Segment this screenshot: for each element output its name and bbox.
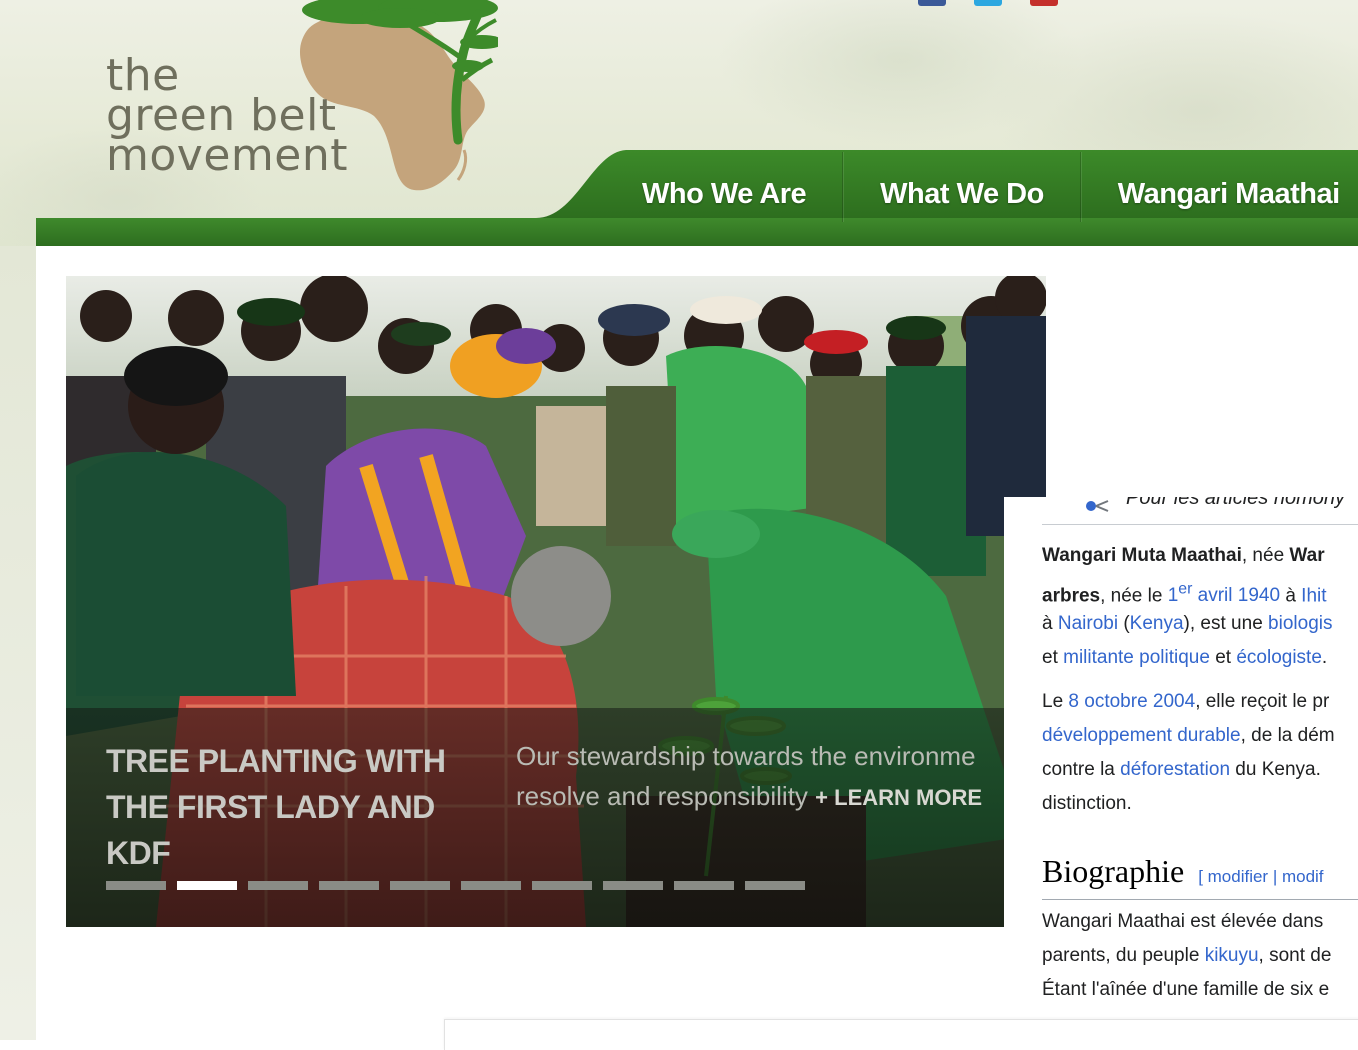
hero-slider[interactable]: TREE PLANTING WITH THE FIRST LADY AND KD… [66,276,1046,927]
wiki-text: et [1209,647,1237,668]
slider-dot[interactable] [461,881,521,890]
wiki-text: , elle reçoit le pr [1195,691,1330,712]
wiki-paragraph-line: développement durable, de la dém [1042,719,1358,753]
wiki-text: à [1042,613,1058,634]
wiki-link[interactable]: déforestation [1120,759,1230,780]
page-side-background [0,246,36,1040]
youtube-icon[interactable] [1030,0,1058,6]
site-header: the green belt movement Who We Are What … [0,0,1358,246]
wiki-text: ), est une [1183,613,1269,634]
wiki-link[interactable]: développement durable [1042,725,1241,746]
slide-text-line: Our stewardship towards the environme [516,741,976,771]
edit-section-link[interactable]: [ modifier | modif [1198,867,1323,886]
wiki-paragraph-line: et militante politique et écologiste. [1042,641,1358,675]
wiki-hatnote: Pour les articles homony [1084,497,1345,510]
main-navigation: Who We Are What We Do Wangari Maathai [606,152,1358,222]
wiki-paragraph-line: Le 8 octobre 2004, elle reçoit le pr [1042,685,1358,719]
wiki-paragraph-line: Wangari Muta Maathai, née War [1042,539,1358,573]
wiki-link-date[interactable]: 8 octobre 2004 [1068,691,1195,712]
wiki-link[interactable]: Ihit [1301,585,1326,606]
wiki-paragraph-line: à Nairobi (Kenya), est une biologis [1042,607,1358,641]
wiki-heading-divider [1042,899,1358,900]
wiki-text: et [1042,647,1064,668]
slider-dot[interactable] [390,881,450,890]
nav-item-wangari-maathai[interactable]: Wangari Maathai [1080,152,1358,222]
wiki-text: , née le [1100,585,1168,607]
learn-more-link[interactable]: + LEARN MORE [815,785,982,810]
wiki-link-date[interactable]: 1er avril 1940 [1167,581,1281,607]
nav-item-who-we-are[interactable]: Who We Are [606,152,844,222]
wiki-text: à [1280,585,1302,607]
slider-dot-active[interactable] [177,881,237,890]
wiki-text: contre la [1042,759,1121,780]
wiki-paragraph-line: Wangari Maathai est élevée dans [1042,911,1324,932]
wiki-text: , née [1241,545,1290,566]
slider-dot[interactable] [319,881,379,890]
wiki-paragraph-line: parents, du peuple kikuyu, sont de [1042,939,1358,973]
wiki-text: du Kenya. [1230,759,1321,780]
wiki-text: parents, du peuple [1042,945,1205,966]
nav-item-what-we-do[interactable]: What We Do [843,152,1081,222]
wiki-text: Le [1042,691,1069,712]
wiki-link-text: avril 1940 [1192,585,1281,607]
slider-dot[interactable] [248,881,308,890]
wiki-text: , sont de [1258,945,1332,966]
wiki-link[interactable]: écologiste [1236,647,1322,668]
wiki-section-heading: Biographie [ modifier | modif [1042,853,1324,890]
wiki-text: . [1321,647,1328,668]
wiki-text: ( [1118,613,1130,634]
slide-text-fragment: resolve and responsibility [516,781,808,811]
wiki-bold: War [1289,545,1325,566]
wiki-link-nairobi[interactable]: Nairobi [1058,613,1118,634]
slider-dot[interactable] [603,881,663,890]
slide-title[interactable]: TREE PLANTING WITH THE FIRST LADY AND KD… [106,738,486,876]
wiki-paragraph-line: Étant l'aînée d'une famille de six e [1042,979,1330,1000]
wiki-paragraph-line: contre la déforestation du Kenya. [1042,753,1358,787]
slider-dot[interactable] [745,881,805,890]
wiki-link[interactable]: biologis [1268,613,1332,634]
wikipedia-article-overlay: Pour les articles homony Wangari Muta Ma… [1004,497,1358,1013]
slider-dot[interactable] [532,881,592,890]
wiki-link-text: 1 [1167,585,1179,607]
wiki-bold: arbres [1042,585,1101,607]
wiki-heading-text: Biographie [1042,853,1185,889]
wiki-hatnote-divider [1042,524,1358,525]
slider-dot[interactable] [106,881,166,890]
twitter-icon[interactable] [974,0,1002,6]
wiki-bold: Wangari Muta Maathai [1042,545,1242,566]
wiki-sup: er [1178,581,1193,598]
wiki-edit-links: [ modifier | modif [1198,867,1323,886]
wiki-text: , de la dém [1240,725,1335,746]
hatnote-text: Pour les articles homony [1126,497,1345,509]
slider-dot[interactable] [674,881,734,890]
wiki-link-kenya[interactable]: Kenya [1130,613,1184,634]
wiki-paragraph-line: distinction. [1042,793,1132,814]
facebook-icon[interactable] [918,0,946,6]
slide-description: Our stewardship towards the environme re… [516,736,1046,818]
slider-pagination [106,881,805,890]
wiki-link[interactable]: militante politique [1063,647,1210,668]
content-box-edge [444,1019,1358,1050]
nav-band-bottom [36,218,1358,246]
wiki-link-kikuyu[interactable]: kikuyu [1205,945,1259,966]
social-icons [918,0,1058,6]
slide-text-line: resolve and responsibility + LEARN MORE [516,776,1046,818]
